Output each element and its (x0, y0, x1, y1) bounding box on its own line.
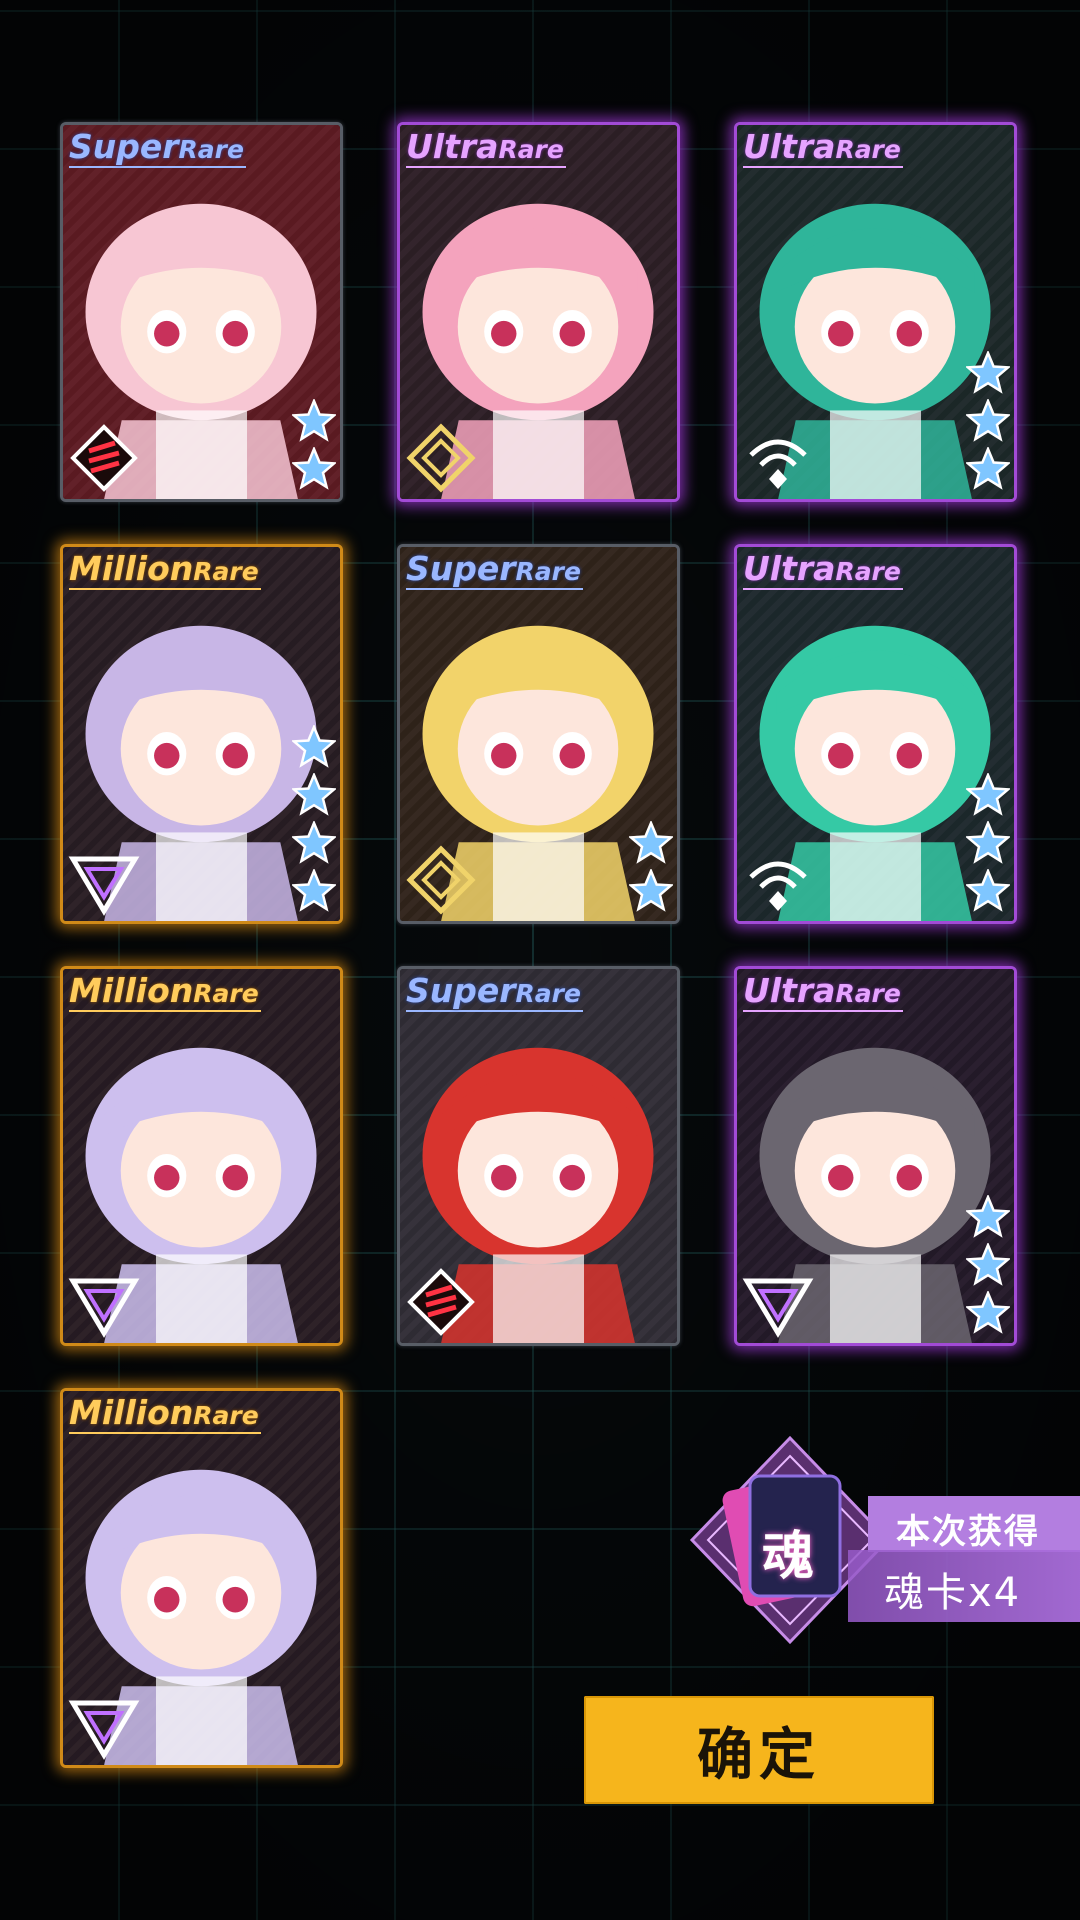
rarity-word: Rare (835, 135, 901, 164)
star-icon (966, 1291, 1010, 1334)
soul-glyph: 魂 (762, 1527, 815, 1587)
flag-faction-icon (407, 1268, 475, 1336)
rarity-label: UltraRare (743, 971, 903, 1012)
rarity-word: Rare (498, 135, 564, 164)
star-rating (629, 821, 673, 913)
rarity-word: Rare (193, 1401, 259, 1430)
rarity-tier: Ultra (406, 127, 499, 166)
star-icon (966, 1195, 1010, 1238)
rarity-label: SuperRare (406, 549, 583, 590)
star-icon (966, 447, 1010, 490)
card-c10[interactable]: MillionRare (60, 1388, 343, 1768)
rarity-tier: Ultra (743, 549, 836, 588)
rarity-word: Rare (193, 979, 259, 1008)
star-icon (292, 773, 336, 816)
star-icon (629, 821, 673, 864)
rarity-word: Rare (515, 979, 581, 1008)
reward-panel: 魂 本次获得 魂卡x4 (688, 1430, 1080, 1660)
rarity-word: Rare (178, 135, 244, 164)
triangle-faction-icon (68, 1700, 140, 1760)
rarity-tier: Ultra (743, 127, 836, 166)
star-rating (292, 725, 336, 913)
rarity-word: Rare (193, 557, 259, 586)
confirm-button[interactable]: 确定 (584, 1696, 934, 1804)
star-icon (292, 447, 336, 490)
card-c4[interactable]: MillionRare (60, 544, 343, 924)
star-icon (966, 773, 1010, 816)
star-icon (966, 351, 1010, 394)
rarity-tier: Ultra (743, 971, 836, 1010)
reward-count: 魂卡x4 (884, 1570, 1022, 1616)
card-c8[interactable]: SuperRare (397, 966, 680, 1346)
triangle-faction-icon (68, 1278, 140, 1338)
card-c7[interactable]: MillionRare (60, 966, 343, 1346)
star-icon (292, 869, 336, 912)
card-c3[interactable]: UltraRare (734, 122, 1017, 502)
rarity-word: Rare (835, 979, 901, 1008)
rarity-label: UltraRare (743, 549, 903, 590)
rarity-tier: Million (69, 549, 194, 588)
star-icon (629, 869, 673, 912)
diamond-faction-icon (406, 423, 476, 493)
diamond-faction-icon (406, 845, 476, 915)
rarity-tier: Super (406, 549, 516, 588)
star-icon (292, 725, 336, 768)
rarity-label: UltraRare (406, 127, 566, 168)
rarity-label: SuperRare (406, 971, 583, 1012)
reward-label: 本次获得 (896, 1512, 1040, 1552)
rarity-label: UltraRare (743, 127, 903, 168)
rarity-word: Rare (515, 557, 581, 586)
card-c6[interactable]: UltraRare (734, 544, 1017, 924)
rarity-label: MillionRare (69, 1393, 261, 1434)
wifi-faction-icon (749, 861, 807, 911)
rarity-label: SuperRare (69, 127, 246, 168)
card-c2[interactable]: UltraRare (397, 122, 680, 502)
rarity-word: Rare (835, 557, 901, 586)
star-icon (966, 869, 1010, 912)
card-c9[interactable]: UltraRare (734, 966, 1017, 1346)
flag-faction-icon (70, 424, 138, 492)
rarity-tier: Super (69, 127, 179, 166)
rarity-tier: Million (69, 971, 194, 1010)
rarity-tier: Million (69, 1393, 194, 1432)
star-rating (966, 1195, 1010, 1335)
star-rating (966, 773, 1010, 913)
star-icon (966, 399, 1010, 442)
card-c5[interactable]: SuperRare (397, 544, 680, 924)
star-rating (966, 351, 1010, 491)
star-icon (292, 821, 336, 864)
star-icon (966, 821, 1010, 864)
rarity-tier: Super (406, 971, 516, 1010)
star-icon (966, 1243, 1010, 1286)
star-icon (292, 399, 336, 442)
card-c1[interactable]: SuperRare (60, 122, 343, 502)
star-rating (292, 399, 336, 491)
wifi-faction-icon (749, 439, 807, 489)
rarity-label: MillionRare (69, 971, 261, 1012)
triangle-faction-icon (68, 856, 140, 916)
rarity-label: MillionRare (69, 549, 261, 590)
triangle-faction-icon (742, 1278, 814, 1338)
